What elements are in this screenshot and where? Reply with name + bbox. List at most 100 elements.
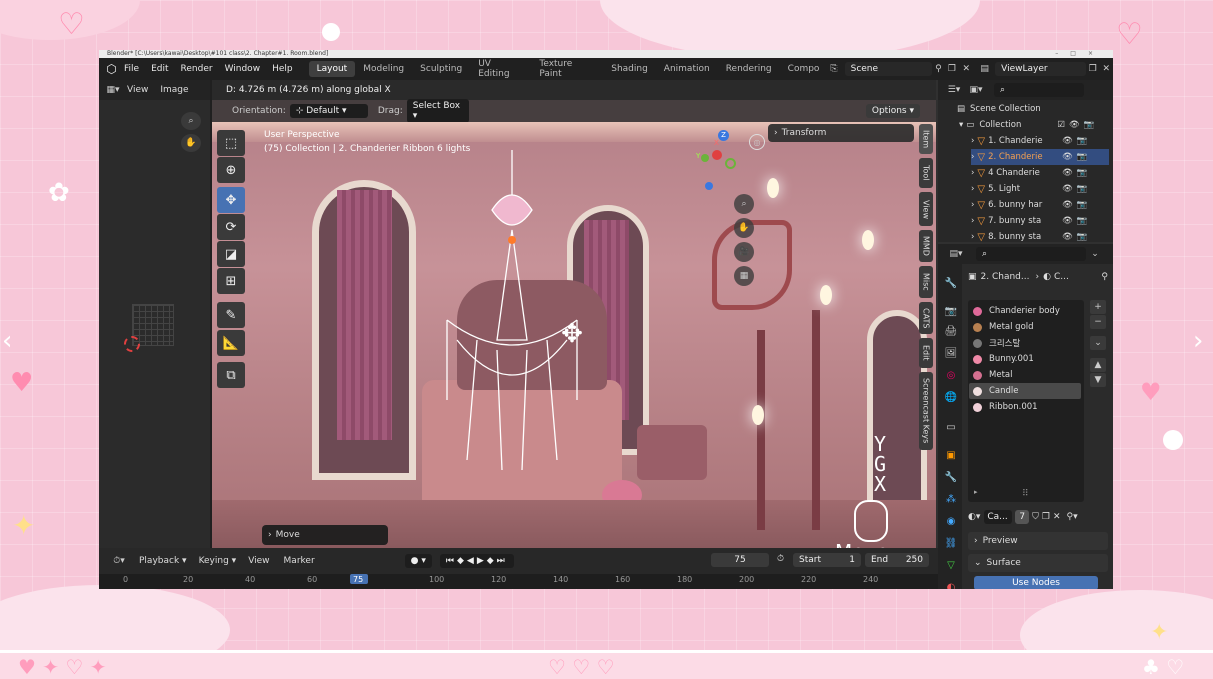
overlay-icon[interactable]: ◎ xyxy=(749,134,765,150)
list-resize-handle[interactable]: ⠿ xyxy=(1022,489,1029,499)
orientation-dropdown[interactable]: ⊹ Default ▾ xyxy=(289,104,368,118)
nav-gizmo[interactable]: Z Y X xyxy=(696,128,756,190)
editor-type-icon[interactable]: ☰▾ xyxy=(944,85,964,95)
eye-icon[interactable]: 👁 xyxy=(1062,168,1073,178)
outliner-search[interactable]: ⌕ xyxy=(994,83,1084,97)
tab-tool[interactable]: Tool xyxy=(919,158,933,188)
menu-keying[interactable]: Keying ▾ xyxy=(199,556,237,566)
camera-render-icon[interactable]: 📷 xyxy=(1077,200,1088,210)
menu-view[interactable]: View xyxy=(127,85,148,95)
tab-edit[interactable]: Edit xyxy=(919,338,933,368)
chandelier-selection[interactable] xyxy=(427,140,587,480)
pin-icon[interactable]: ⚲ xyxy=(932,64,945,74)
hand-icon[interactable]: ✋ xyxy=(181,134,201,152)
eye-icon[interactable]: 👁 xyxy=(1062,232,1073,242)
object-properties-icon[interactable]: ▣ xyxy=(944,448,958,462)
zoom-icon[interactable]: ⌕ xyxy=(734,194,754,214)
menu-image[interactable]: Image xyxy=(160,85,188,95)
data-properties-icon[interactable]: ▽ xyxy=(944,558,958,572)
menu-file[interactable]: File xyxy=(124,64,139,74)
gizmo-axis-neg-y[interactable] xyxy=(725,158,736,169)
last-operator-panel[interactable]: › Move xyxy=(262,525,388,545)
tab-compositing[interactable]: Compo xyxy=(780,61,824,77)
add-slot-button[interactable]: + xyxy=(1090,300,1106,314)
grid-icon[interactable]: ▦ xyxy=(734,266,754,286)
render-properties-icon[interactable]: 📷 xyxy=(944,304,958,318)
eye-icon[interactable]: 👁 xyxy=(1062,184,1073,194)
camera-render-icon[interactable]: 📷 xyxy=(1077,184,1088,194)
expand-icon[interactable]: ▸ xyxy=(974,488,978,496)
transform-tool[interactable]: ⊞ xyxy=(217,268,245,294)
material-icon[interactable]: ◐▾ xyxy=(968,512,980,522)
camera-render-icon[interactable]: 📷 xyxy=(1077,136,1088,146)
eye-icon[interactable]: 👁 xyxy=(1069,120,1080,130)
gizmo-axis-y[interactable] xyxy=(701,154,709,162)
blender-logo-icon[interactable]: ⬡ xyxy=(99,62,124,76)
tab-item[interactable]: Item xyxy=(919,124,933,154)
collection-row[interactable]: ▾ ▭ Collection ☑ 👁 📷 xyxy=(959,117,1109,133)
viewlayer-field[interactable]: ViewLayer xyxy=(995,62,1087,76)
node-link-icon[interactable]: ⚲▾ xyxy=(1067,512,1078,522)
particles-properties-icon[interactable]: ⁂ xyxy=(944,492,958,506)
cursor-tool[interactable]: ⊕ xyxy=(217,157,245,183)
menu-edit[interactable]: Edit xyxy=(151,64,168,74)
clock-icon[interactable]: ⏱ xyxy=(777,554,784,564)
current-frame-field[interactable]: 75 xyxy=(711,553,769,567)
hand-icon[interactable]: ✋ xyxy=(734,218,754,238)
chevron-left-icon[interactable]: ‹ xyxy=(2,326,12,356)
rotate-tool[interactable]: ⟳ xyxy=(217,214,245,240)
tab-rendering[interactable]: Rendering xyxy=(718,61,780,77)
tab-misc[interactable]: Misc xyxy=(919,266,933,298)
menu-playback[interactable]: Playback ▾ xyxy=(139,556,187,566)
menu-window[interactable]: Window xyxy=(225,64,261,74)
remove-slot-button[interactable]: − xyxy=(1090,315,1106,329)
new-viewlayer-icon[interactable]: ❐ xyxy=(1086,64,1099,74)
auto-key-button[interactable]: ● ▾ xyxy=(404,554,432,568)
material-slot[interactable]: Ribbon.001 xyxy=(969,399,1081,415)
tab-cats[interactable]: CATS xyxy=(919,302,933,334)
delete-viewlayer-icon[interactable]: ✕ xyxy=(1100,64,1113,74)
move-slot-up-button[interactable]: ▲ xyxy=(1090,358,1106,372)
editor-type-icon[interactable]: ⏱▾ xyxy=(107,556,131,566)
camera-icon[interactable]: 🎥 xyxy=(734,242,754,262)
material-slot[interactable]: Bunny.001 xyxy=(969,351,1081,367)
output-properties-icon[interactable]: 🖨 xyxy=(944,324,958,338)
chevron-down-icon[interactable]: ⌄ xyxy=(1086,249,1104,259)
duplicate-icon[interactable]: ❐ xyxy=(1042,512,1050,522)
surface-panel[interactable]: ⌄ Surface xyxy=(968,554,1108,572)
pin-icon[interactable]: ⚲ xyxy=(1101,272,1108,282)
tool-properties-icon[interactable]: 🔧 xyxy=(944,276,958,290)
editor-type-icon[interactable]: ▦▾ xyxy=(99,85,127,95)
eye-icon[interactable]: 👁 xyxy=(1062,216,1073,226)
material-properties-icon[interactable]: ◐ xyxy=(944,580,958,590)
chevron-right-icon[interactable]: › xyxy=(1193,326,1203,356)
tab-mmd[interactable]: MMD xyxy=(919,230,933,262)
material-slot[interactable]: Metal xyxy=(969,367,1081,383)
outliner-item[interactable]: › ▽ 1. Chanderie 👁 📷 xyxy=(971,133,1109,149)
viewport-3d[interactable]: D: 4.726 m (4.726 m) along global X Orie… xyxy=(212,80,936,548)
tab-uv-editing[interactable]: UV Editing xyxy=(470,56,531,82)
view-layer-properties-icon[interactable]: 🖼 xyxy=(944,346,958,360)
move-slot-down-button[interactable]: ▼ xyxy=(1090,373,1106,387)
editor-type-icon[interactable]: ▤▾ xyxy=(944,249,968,259)
outliner-item[interactable]: › ▽ 6. bunny har 👁 📷 xyxy=(971,197,1109,213)
menu-view[interactable]: View xyxy=(248,556,269,566)
scene-properties-icon[interactable]: ◎ xyxy=(944,368,958,382)
outliner-item-selected[interactable]: › ▽ 2. Chanderie 👁 📷 xyxy=(971,149,1109,165)
display-mode-icon[interactable]: ▣▾ xyxy=(964,85,988,95)
outliner-item[interactable]: › ▽ 7. bunny sta 👁 📷 xyxy=(971,213,1109,229)
menu-marker[interactable]: Marker xyxy=(284,556,315,566)
material-slot[interactable]: Metal gold xyxy=(969,319,1081,335)
zoom-icon[interactable]: ⌕ xyxy=(181,112,201,130)
window-controls[interactable]: –□× xyxy=(1055,50,1105,58)
material-name-field[interactable]: Ca... xyxy=(984,510,1013,524)
slot-specials-button[interactable]: ⌄ xyxy=(1090,336,1106,350)
tab-sculpting[interactable]: Sculpting xyxy=(412,61,470,77)
tab-view[interactable]: View xyxy=(919,192,933,226)
tab-modeling[interactable]: Modeling xyxy=(355,61,412,77)
fake-user-icon[interactable]: ⛉ xyxy=(1032,512,1039,522)
camera-render-icon[interactable]: 📷 xyxy=(1084,120,1095,130)
new-scene-icon[interactable]: ❐ xyxy=(945,64,958,74)
eye-icon[interactable]: 👁 xyxy=(1062,136,1073,146)
options-button[interactable]: Options ▾ xyxy=(865,104,920,118)
